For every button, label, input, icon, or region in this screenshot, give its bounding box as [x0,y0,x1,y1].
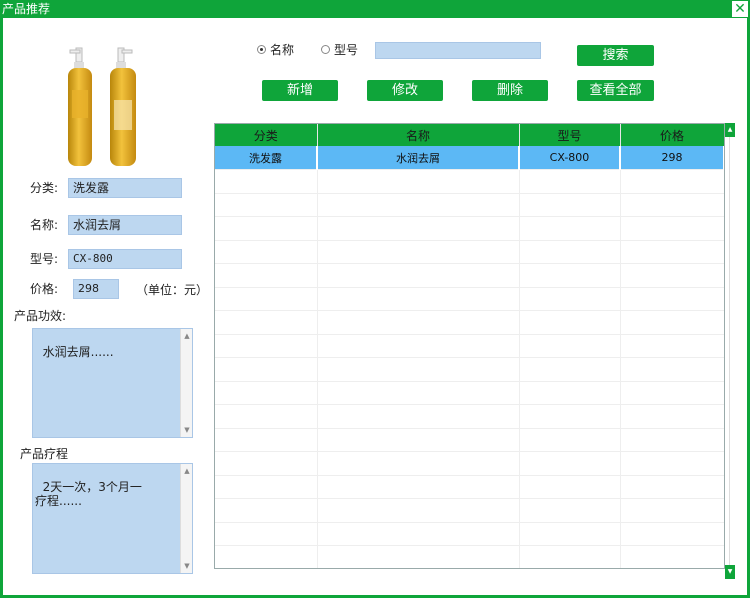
title-bar: 产品推荐 ✕ [0,0,750,18]
name-label: 名称: [30,218,59,232]
window-title: 产品推荐 [2,2,51,16]
empty-row [215,428,724,452]
empty-row [215,263,724,288]
search-input[interactable] [375,42,541,59]
chevron-up-icon[interactable]: ▲ [181,331,193,341]
table-scrollbar[interactable]: ▲ ▼ [725,123,735,579]
product-image [68,47,136,166]
chevron-down-icon[interactable]: ▼ [181,425,193,435]
empty-row [215,216,724,241]
add-button[interactable]: 新增 [262,80,338,101]
chevron-up-icon[interactable]: ▲ [725,123,735,137]
radio-model-label: 型号 [334,43,359,57]
efficacy-scrollbar[interactable]: ▲ ▼ [180,329,192,437]
empty-row [215,240,724,264]
model-label: 型号: [30,252,59,266]
view-all-button[interactable]: 查看全部 [577,80,654,101]
column-header-price[interactable]: 价格 [620,124,724,146]
course-scrollbar[interactable]: ▲ ▼ [180,464,192,573]
column-header-model[interactable]: 型号 [519,124,621,146]
empty-row [215,357,724,382]
empty-row [215,169,724,194]
radio-name[interactable] [257,45,266,54]
empty-row [215,287,724,311]
product-table[interactable]: 分类 名称 型号 价格 洗发露 水润去屑 CX-800 298 [214,123,725,569]
category-field[interactable]: 洗发露 [68,178,182,198]
empty-row [215,498,724,523]
empty-row [215,545,724,568]
chevron-up-icon[interactable]: ▲ [181,466,193,476]
empty-row [215,334,724,358]
table-row[interactable]: 洗发露 水润去屑 CX-800 298 [215,146,724,170]
table-cell[interactable]: 水润去屑 [317,146,520,170]
course-label: 产品疗程 [20,447,69,461]
table-header-row: 分类 名称 型号 价格 [215,124,724,146]
efficacy-label: 产品功效: [14,309,67,323]
table-cell[interactable]: 洗发露 [215,146,318,170]
table-cell[interactable]: CX-800 [519,146,621,170]
empty-row [215,475,724,499]
chevron-down-icon[interactable]: ▼ [725,565,735,579]
empty-row [215,522,724,546]
empty-row [215,193,724,217]
empty-row [215,381,724,405]
course-textarea[interactable]: 2天一次，3个月一疗程...... ▲ ▼ [32,463,193,574]
column-header-category[interactable]: 分类 [215,124,318,146]
model-field[interactable]: CX-800 [68,249,182,269]
scroll-track[interactable] [729,137,730,565]
empty-row [215,310,724,335]
edit-button[interactable]: 修改 [367,80,443,101]
price-unit: （单位：元） [136,283,209,297]
name-field[interactable]: 水润去屑 [68,215,182,235]
efficacy-textarea[interactable]: 水润去屑...... ▲ ▼ [32,328,193,438]
radio-name-label: 名称 [270,43,295,57]
empty-row [215,404,724,429]
delete-button[interactable]: 删除 [472,80,548,101]
search-button[interactable]: 搜索 [577,45,654,66]
radio-model[interactable] [321,45,330,54]
close-icon[interactable]: ✕ [732,1,748,17]
price-field[interactable]: 298 [73,279,119,299]
category-label: 分类: [30,181,59,195]
price-label: 价格: [30,282,59,296]
efficacy-text: 水润去屑...... [42,345,114,359]
empty-row [215,451,724,476]
course-text: 2天一次，3个月一疗程...... [35,480,142,508]
table-cell[interactable]: 298 [620,146,724,170]
column-header-name[interactable]: 名称 [317,124,520,146]
chevron-down-icon[interactable]: ▼ [181,561,193,571]
